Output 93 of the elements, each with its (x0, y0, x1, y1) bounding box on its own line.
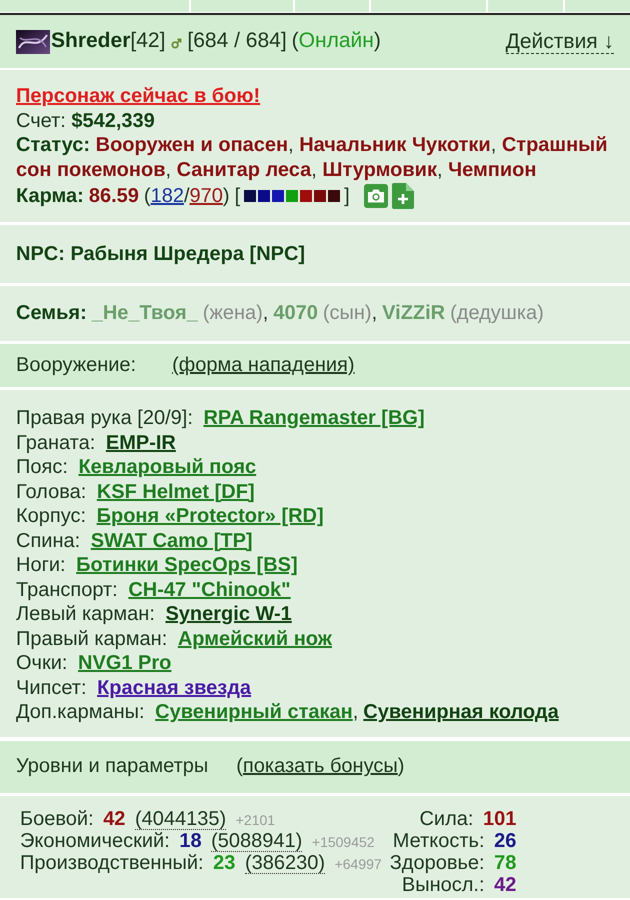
section-title: Уровни и параметры (16, 754, 208, 779)
in-battle-link[interactable]: Персонаж сейчас в бою! (16, 85, 260, 107)
karma-minus-link[interactable]: 970 (190, 184, 223, 208)
item-link[interactable]: Ботинки SpecOps [BS] (76, 554, 298, 576)
punctuation: ) (222, 184, 230, 208)
item-link[interactable]: Сувенирная колода (363, 701, 559, 723)
punctuation: ( (144, 184, 151, 208)
relation-text: (жена) (202, 301, 263, 326)
item-link[interactable]: Synergic W-1 (165, 603, 292, 625)
karma-plus-link[interactable]: 182 (150, 184, 184, 208)
menu-tab[interactable] (0, 0, 189, 12)
experience-bonus: +1509452 (312, 834, 375, 850)
attack-form-link[interactable]: (форма нападения) (172, 353, 355, 378)
relation-text: (сын) (322, 301, 372, 326)
family-member-link[interactable]: _Не_Твоя_ (92, 301, 198, 326)
section-title: Вооружение: (16, 353, 136, 378)
slot-label: Пояс: (16, 456, 68, 478)
attribute-label: Здоровье: (390, 852, 485, 874)
slot-label: Очки: (16, 652, 68, 674)
status-text: Статус: Вооружен и опасен, Начальник Чукотки, Страшный сон покемонов, Санитар леса, Штурмовик, Чемпион (16, 133, 609, 182)
slot-label: Голова: (16, 480, 86, 502)
item-link[interactable]: SWAT Camo [TP] (90, 530, 253, 552)
punctuation: ( (236, 755, 243, 778)
slot-label: Правый карман: (16, 628, 168, 650)
attribute-label: Меткость: (392, 830, 485, 852)
family-member-link[interactable]: 4070 (273, 301, 318, 326)
slot-label: Чипсет: (16, 676, 87, 698)
punctuation: ( (292, 29, 299, 54)
attribute-value: 78 (494, 852, 516, 874)
skill-label: Производственный: (20, 852, 204, 874)
skill-label: Боевой: (20, 808, 94, 830)
slot-label: Корпус: (16, 505, 86, 527)
item-link[interactable]: EMP-IR (106, 432, 176, 454)
item-link[interactable]: CH-47 "Chinook" (128, 578, 291, 600)
attribute-value: 101 (482, 808, 516, 830)
male-sign-icon (171, 38, 182, 48)
relation-text: (дедушка) (450, 301, 544, 326)
actions-menu[interactable]: Действия ↓ (506, 30, 614, 54)
punctuation: / (184, 184, 190, 208)
skill-label: Экономический: (20, 830, 170, 852)
health-text: [684 / 684] (187, 29, 287, 54)
item-link[interactable]: Броня «Protector» [RD] (96, 505, 324, 527)
slot-label: Спина: (16, 530, 80, 552)
item-link[interactable]: Красная звезда (97, 676, 252, 698)
karma-value: 86.59 (88, 184, 139, 208)
experience-bonus: +64997 (334, 856, 382, 872)
item-link[interactable]: Кевларовый пояс (78, 456, 256, 478)
slot-label: Правая рука [20/9]: (16, 407, 193, 429)
npc-text: NPC: Рабыня Шредера [NPC] (16, 242, 306, 266)
punctuation: ) (374, 29, 381, 54)
punctuation: ] (344, 184, 350, 208)
punctuation: ) (398, 755, 404, 778)
item-link[interactable]: KSF Helmet [DF] (96, 480, 255, 502)
menu-tab[interactable] (371, 0, 486, 12)
slot-label: Граната: (16, 432, 96, 454)
online-status: Онлайн (298, 29, 374, 54)
logo-icon (16, 30, 50, 54)
show-bonuses-link[interactable]: показать бонусы (242, 755, 398, 778)
slot-label: Левый карман: (16, 603, 155, 625)
skill-level: 18 (179, 830, 202, 852)
item-link[interactable]: RPA Rangemaster [BG] (203, 407, 425, 429)
karma-label: Карма: (16, 184, 84, 208)
experience-value: (4044135) (135, 810, 226, 830)
menu-tab[interactable] (191, 0, 293, 12)
attribute-label: Выносл.: (402, 874, 485, 896)
item-link[interactable]: Сувенирный стакан (155, 701, 353, 723)
item-link[interactable]: Армейский нож (178, 628, 332, 650)
item-link[interactable]: NVG1 Pro (78, 652, 172, 674)
attribute-value: 26 (494, 830, 516, 852)
menu-tab[interactable] (295, 0, 369, 12)
experience-bonus: +2101 (236, 812, 276, 828)
menu-tab[interactable] (488, 0, 563, 12)
skill-level: 23 (213, 852, 236, 874)
family-member-link[interactable]: ViZZiR (382, 301, 446, 326)
attribute-label: Сила: (419, 808, 474, 830)
experience-value: (386230) (244, 854, 326, 874)
slot-label: Транспорт: (16, 578, 118, 600)
camera-icon[interactable] (364, 184, 388, 208)
experience-value: (5088941) (211, 832, 302, 852)
account-text: Счет: $542,339 (16, 110, 155, 132)
attribute-value: 42 (494, 874, 516, 896)
slot-label: Ноги: (16, 554, 66, 576)
add-file-icon[interactable] (392, 183, 414, 209)
level-text: [42] (130, 29, 166, 54)
slot-label: Доп.карманы: (16, 701, 145, 723)
skill-level: 42 (103, 808, 126, 830)
family-label: Семья: (16, 301, 87, 326)
punctuation: [ (234, 184, 240, 208)
menu-tab[interactable] (565, 0, 630, 12)
player-name[interactable]: Shreder (51, 29, 130, 54)
punctuation: , (262, 301, 268, 326)
punctuation: , (352, 701, 358, 723)
punctuation: , (372, 301, 378, 326)
